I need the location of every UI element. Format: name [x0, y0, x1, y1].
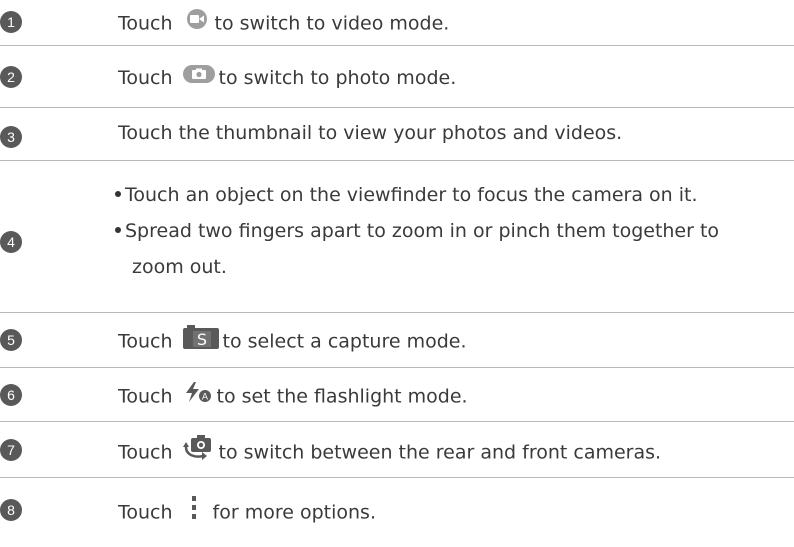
row-text: Touch A to set the flashlight mode.	[118, 381, 468, 411]
photo-camera-icon	[182, 64, 215, 89]
row-text: Touch to switch to video mode.	[118, 9, 449, 37]
row-text: Touch S to select a capture mode.	[118, 325, 467, 357]
row-number-badge: 4	[0, 231, 22, 253]
bullet-icon	[115, 226, 121, 233]
svg-text:A: A	[201, 393, 208, 403]
table-row: 8 Touch for more options.	[0, 478, 794, 547]
table-row: 5 Touch S to select a capture mode.	[0, 313, 794, 368]
row-number-badge: 1	[0, 11, 22, 33]
table-row: 4 Touch an object on the viewfinder to f…	[0, 161, 794, 313]
row-number-badge: 6	[0, 384, 22, 406]
more-options-icon	[191, 496, 197, 526]
row-text: Touch to switch to photo mode.	[118, 64, 456, 91]
camera-controls-table: 1 Touch to switch to video mode. 2 Touch…	[0, 0, 794, 547]
table-row: 1 Touch to switch to video mode.	[0, 0, 794, 46]
bullet-list: Touch an object on the viewfinder to foc…	[115, 183, 719, 279]
switch-camera-icon	[182, 435, 215, 467]
row-number-badge: 5	[0, 329, 22, 351]
row-number-badge: 2	[0, 66, 22, 88]
capture-mode-icon: S	[182, 325, 219, 355]
row-text: Touch to switch between the rear and fro…	[118, 435, 661, 469]
row-text: Touch the thumbnail to view your photos …	[118, 122, 623, 144]
row-number-badge: 8	[0, 499, 22, 521]
list-item: Touch an object on the viewfinder to foc…	[115, 183, 719, 207]
table-row: 7 Touch to switch between the rear and f…	[0, 422, 794, 478]
table-row: 3 Touch the thumbnail to view your photo…	[0, 108, 794, 161]
row-number-badge: 3	[0, 126, 22, 148]
table-row: 2 Touch to switch to photo mode.	[0, 46, 794, 108]
flash-auto-icon: A	[183, 381, 213, 409]
list-item-continuation: zoom out.	[132, 256, 227, 278]
row-number-badge: 7	[0, 439, 22, 461]
table-row: 6 Touch A to set the flashlight mode.	[0, 368, 794, 422]
list-item: Spread two fingers apart to zoom in or p…	[115, 219, 719, 243]
video-camera-icon	[183, 9, 211, 35]
bullet-icon	[115, 190, 121, 197]
row-text: Touch for more options.	[118, 496, 376, 528]
svg-text:S: S	[196, 330, 206, 349]
